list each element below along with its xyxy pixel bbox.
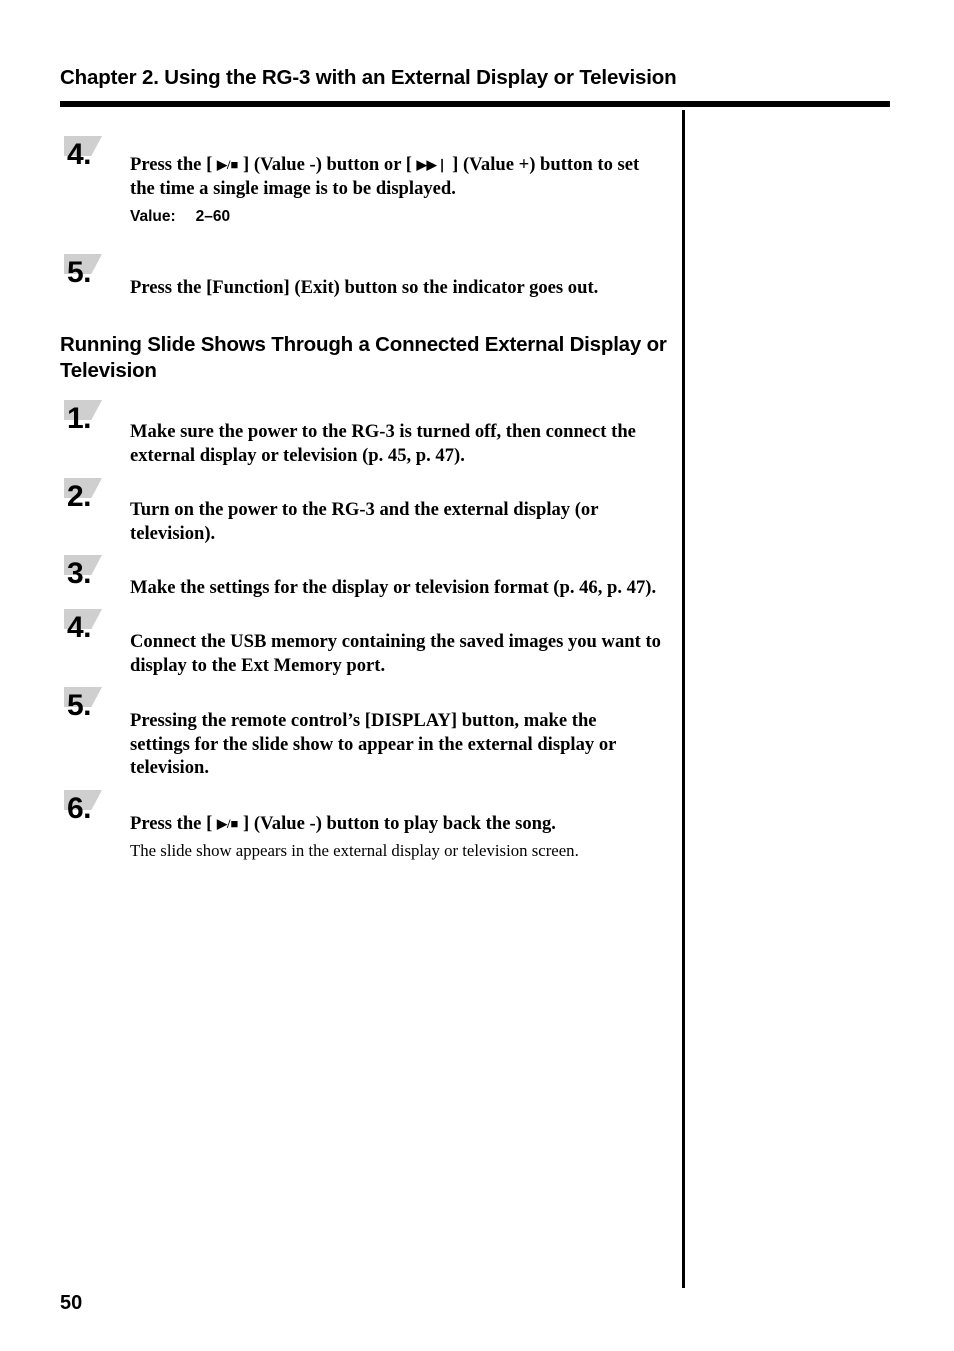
step-note: The slide show appears in the external d… [130,840,579,860]
value-line: Value: 2–60 [130,206,665,228]
step-number-label: 4. [67,611,92,644]
step-number-marker: 4. [60,136,106,178]
step-text-part-1: Press the [ [130,813,217,834]
step-text: Connect the USB memory containing the sa… [130,631,661,676]
step-text: Press the [ ▶/■ ] (Value -) button to pl… [130,812,715,862]
step-text: Pressing the remote control’s [DISPLAY] … [130,710,617,778]
step-number-marker: 5. [60,687,106,729]
play-stop-icon: ▶/■ [216,157,239,172]
step-number-marker: 6. [60,790,106,832]
step-text: Press the [ ▶/■ ] (Value -) button or [ … [130,153,665,228]
step-text-part-2: ] (Value -) button or [ [238,154,417,175]
step-number-label: 2. [67,480,92,513]
step-text: Turn on the power to the RG-3 and the ex… [130,499,599,544]
step-text: Press the [Function] (Exit) button so th… [130,277,599,298]
step-number-label: 6. [67,792,92,825]
step-text: Make the settings for the display or tel… [130,577,657,598]
content-column: 4. Press the [ ▶/■ ] (Value -) button or… [0,0,682,1351]
step-text-part-1: Press the [ [130,154,217,175]
step-number-label: 5. [67,256,92,289]
step-number-label: 1. [67,402,92,435]
value-range: 2–60 [195,208,231,225]
step-number-marker: 4. [60,609,106,651]
value-label: Value: [130,208,176,225]
next-track-icon: ▶▶❘ [416,157,448,172]
step-number-label: 5. [67,689,92,722]
page-number: 50 [60,1292,83,1314]
step-text-part-2: ] (Value -) button to play back the song… [238,813,556,834]
play-stop-icon: ▶/■ [216,816,239,831]
step-number-marker: 2. [60,478,106,520]
step-number-label: 4. [67,138,92,171]
section-heading: Running Slide Shows Through a Connected … [60,333,667,382]
step-number-marker: 1. [60,400,106,442]
step-number-label: 3. [67,557,92,590]
step-number-marker: 3. [60,555,106,597]
step-number-marker: 5. [60,254,106,296]
step-text: Make sure the power to the RG-3 is turne… [130,421,636,466]
